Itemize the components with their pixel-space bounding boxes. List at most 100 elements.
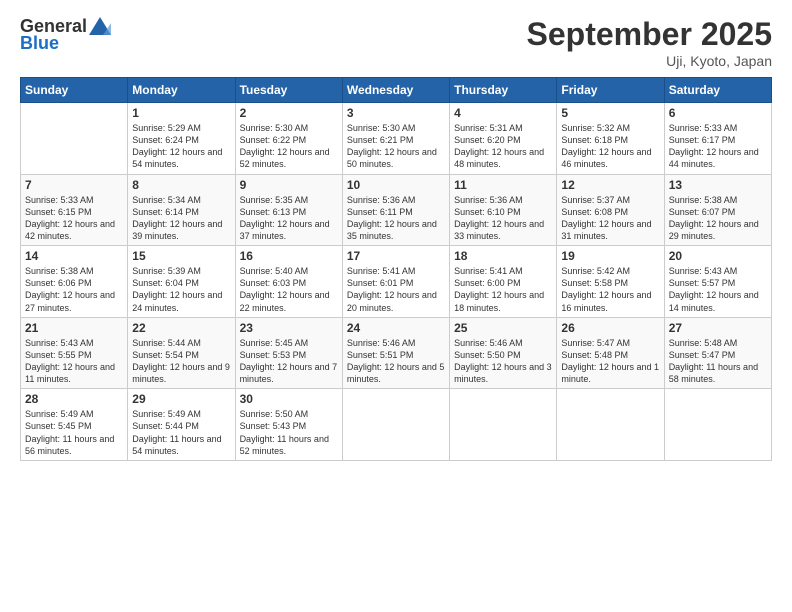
day-number: 29 <box>132 392 230 406</box>
day-info: Sunrise: 5:38 AMSunset: 6:06 PMDaylight:… <box>25 265 123 314</box>
calendar-cell: 8 Sunrise: 5:34 AMSunset: 6:14 PMDaylight… <box>128 174 235 246</box>
calendar-cell: 22 Sunrise: 5:44 AMSunset: 5:54 PMDayligh… <box>128 317 235 389</box>
day-number: 9 <box>240 178 338 192</box>
day-number: 13 <box>669 178 767 192</box>
day-number: 5 <box>561 106 659 120</box>
calendar-cell <box>342 389 449 461</box>
weekday-header-friday: Friday <box>557 78 664 103</box>
day-info: Sunrise: 5:40 AMSunset: 6:03 PMDaylight:… <box>240 265 338 314</box>
calendar-cell: 14Sunrise: 5:38 AMSunset: 6:06 PMDayligh… <box>21 246 128 318</box>
calendar-cell: 20Sunrise: 5:43 AMSunset: 5:57 PMDayligh… <box>664 246 771 318</box>
weekday-header-sunday: Sunday <box>21 78 128 103</box>
day-number: 2 <box>240 106 338 120</box>
logo-icon <box>89 17 111 35</box>
calendar-week-3: 14Sunrise: 5:38 AMSunset: 6:06 PMDayligh… <box>21 246 772 318</box>
calendar-cell: 30 Sunrise: 5:50 AMSunset: 5:43 PMDayligh… <box>235 389 342 461</box>
calendar-cell: 6 Sunrise: 5:33 AMSunset: 6:17 PMDaylight… <box>664 103 771 175</box>
day-info: Sunrise: 5:43 AMSunset: 5:55 PMDaylight:… <box>25 337 123 386</box>
day-number: 25 <box>454 321 552 335</box>
logo: General Blue <box>20 16 111 54</box>
month-title: September 2025 <box>527 16 772 53</box>
calendar-cell: 21 Sunrise: 5:43 AMSunset: 5:55 PMDayligh… <box>21 317 128 389</box>
day-number: 21 <box>25 321 123 335</box>
day-info: Sunrise: 5:50 AMSunset: 5:43 PMDaylight:… <box>240 408 338 457</box>
calendar-week-2: 7Sunrise: 5:33 AMSunset: 6:15 PMDaylight… <box>21 174 772 246</box>
day-number: 19 <box>561 249 659 263</box>
day-number: 27 <box>669 321 767 335</box>
calendar-cell: 19Sunrise: 5:42 AMSunset: 5:58 PMDayligh… <box>557 246 664 318</box>
day-number: 23 <box>240 321 338 335</box>
calendar-cell: 23Sunrise: 5:45 AMSunset: 5:53 PMDayligh… <box>235 317 342 389</box>
weekday-header-wednesday: Wednesday <box>342 78 449 103</box>
page-header: General Blue September 2025 Uji, Kyoto, … <box>20 16 772 69</box>
day-number: 18 <box>454 249 552 263</box>
calendar-cell: 11Sunrise: 5:36 AMSunset: 6:10 PMDayligh… <box>450 174 557 246</box>
day-number: 6 <box>669 106 767 120</box>
day-number: 26 <box>561 321 659 335</box>
day-number: 22 <box>132 321 230 335</box>
calendar-cell: 13 Sunrise: 5:38 AMSunset: 6:07 PMDayligh… <box>664 174 771 246</box>
calendar-cell <box>557 389 664 461</box>
day-info: Sunrise: 5:36 AMSunset: 6:11 PMDaylight:… <box>347 194 445 243</box>
day-info: Sunrise: 5:49 AMSunset: 5:44 PMDaylight:… <box>132 408 230 457</box>
day-number: 30 <box>240 392 338 406</box>
day-info: Sunrise: 5:47 AMSunset: 5:48 PMDaylight:… <box>561 337 659 386</box>
weekday-header-thursday: Thursday <box>450 78 557 103</box>
calendar-week-4: 21 Sunrise: 5:43 AMSunset: 5:55 PMDayligh… <box>21 317 772 389</box>
day-info: Sunrise: 5:30 AMSunset: 6:21 PMDaylight:… <box>347 122 445 171</box>
calendar-cell <box>664 389 771 461</box>
calendar-cell: 7Sunrise: 5:33 AMSunset: 6:15 PMDaylight… <box>21 174 128 246</box>
day-info: Sunrise: 5:49 AMSunset: 5:45 PMDaylight:… <box>25 408 123 457</box>
day-number: 15 <box>132 249 230 263</box>
calendar-cell: 25Sunrise: 5:46 AMSunset: 5:50 PMDayligh… <box>450 317 557 389</box>
location: Uji, Kyoto, Japan <box>527 53 772 69</box>
day-info: Sunrise: 5:31 AMSunset: 6:20 PMDaylight:… <box>454 122 552 171</box>
calendar-cell <box>450 389 557 461</box>
day-number: 7 <box>25 178 123 192</box>
calendar-cell: 17Sunrise: 5:41 AMSunset: 6:01 PMDayligh… <box>342 246 449 318</box>
calendar-cell: 12 Sunrise: 5:37 AMSunset: 6:08 PMDayligh… <box>557 174 664 246</box>
day-number: 10 <box>347 178 445 192</box>
calendar-cell: 9Sunrise: 5:35 AMSunset: 6:13 PMDaylight… <box>235 174 342 246</box>
calendar-cell: 1 Sunrise: 5:29 AMSunset: 6:24 PMDaylight… <box>128 103 235 175</box>
calendar-cell: 27 Sunrise: 5:48 AMSunset: 5:47 PMDayligh… <box>664 317 771 389</box>
calendar-cell: 24Sunrise: 5:46 AMSunset: 5:51 PMDayligh… <box>342 317 449 389</box>
weekday-header-monday: Monday <box>128 78 235 103</box>
calendar-cell: 26 Sunrise: 5:47 AMSunset: 5:48 PMDayligh… <box>557 317 664 389</box>
calendar-cell: 5 Sunrise: 5:32 AMSunset: 6:18 PMDaylight… <box>557 103 664 175</box>
day-info: Sunrise: 5:37 AMSunset: 6:08 PMDaylight:… <box>561 194 659 243</box>
day-info: Sunrise: 5:48 AMSunset: 5:47 PMDaylight:… <box>669 337 767 386</box>
day-info: Sunrise: 5:44 AMSunset: 5:54 PMDaylight:… <box>132 337 230 386</box>
day-number: 8 <box>132 178 230 192</box>
calendar-cell: 16 Sunrise: 5:40 AMSunset: 6:03 PMDayligh… <box>235 246 342 318</box>
day-info: Sunrise: 5:29 AMSunset: 6:24 PMDaylight:… <box>132 122 230 171</box>
day-number: 3 <box>347 106 445 120</box>
title-block: September 2025 Uji, Kyoto, Japan <box>527 16 772 69</box>
day-info: Sunrise: 5:38 AMSunset: 6:07 PMDaylight:… <box>669 194 767 243</box>
weekday-header-saturday: Saturday <box>664 78 771 103</box>
calendar-cell: 15 Sunrise: 5:39 AMSunset: 6:04 PMDayligh… <box>128 246 235 318</box>
day-number: 12 <box>561 178 659 192</box>
calendar-cell: 4Sunrise: 5:31 AMSunset: 6:20 PMDaylight… <box>450 103 557 175</box>
day-info: Sunrise: 5:41 AMSunset: 6:00 PMDaylight:… <box>454 265 552 314</box>
calendar-cell: 10 Sunrise: 5:36 AMSunset: 6:11 PMDayligh… <box>342 174 449 246</box>
day-number: 20 <box>669 249 767 263</box>
logo-blue: Blue <box>20 33 59 54</box>
day-number: 11 <box>454 178 552 192</box>
calendar-cell <box>21 103 128 175</box>
calendar-week-5: 28Sunrise: 5:49 AMSunset: 5:45 PMDayligh… <box>21 389 772 461</box>
calendar-cell: 18 Sunrise: 5:41 AMSunset: 6:00 PMDayligh… <box>450 246 557 318</box>
day-info: Sunrise: 5:46 AMSunset: 5:51 PMDaylight:… <box>347 337 445 386</box>
weekday-header-tuesday: Tuesday <box>235 78 342 103</box>
day-number: 16 <box>240 249 338 263</box>
weekday-header-row: SundayMondayTuesdayWednesdayThursdayFrid… <box>21 78 772 103</box>
day-info: Sunrise: 5:32 AMSunset: 6:18 PMDaylight:… <box>561 122 659 171</box>
day-number: 1 <box>132 106 230 120</box>
day-info: Sunrise: 5:39 AMSunset: 6:04 PMDaylight:… <box>132 265 230 314</box>
day-info: Sunrise: 5:41 AMSunset: 6:01 PMDaylight:… <box>347 265 445 314</box>
calendar-table: SundayMondayTuesdayWednesdayThursdayFrid… <box>20 77 772 461</box>
day-info: Sunrise: 5:33 AMSunset: 6:17 PMDaylight:… <box>669 122 767 171</box>
day-info: Sunrise: 5:34 AMSunset: 6:14 PMDaylight:… <box>132 194 230 243</box>
day-info: Sunrise: 5:30 AMSunset: 6:22 PMDaylight:… <box>240 122 338 171</box>
calendar-week-1: 1 Sunrise: 5:29 AMSunset: 6:24 PMDaylight… <box>21 103 772 175</box>
